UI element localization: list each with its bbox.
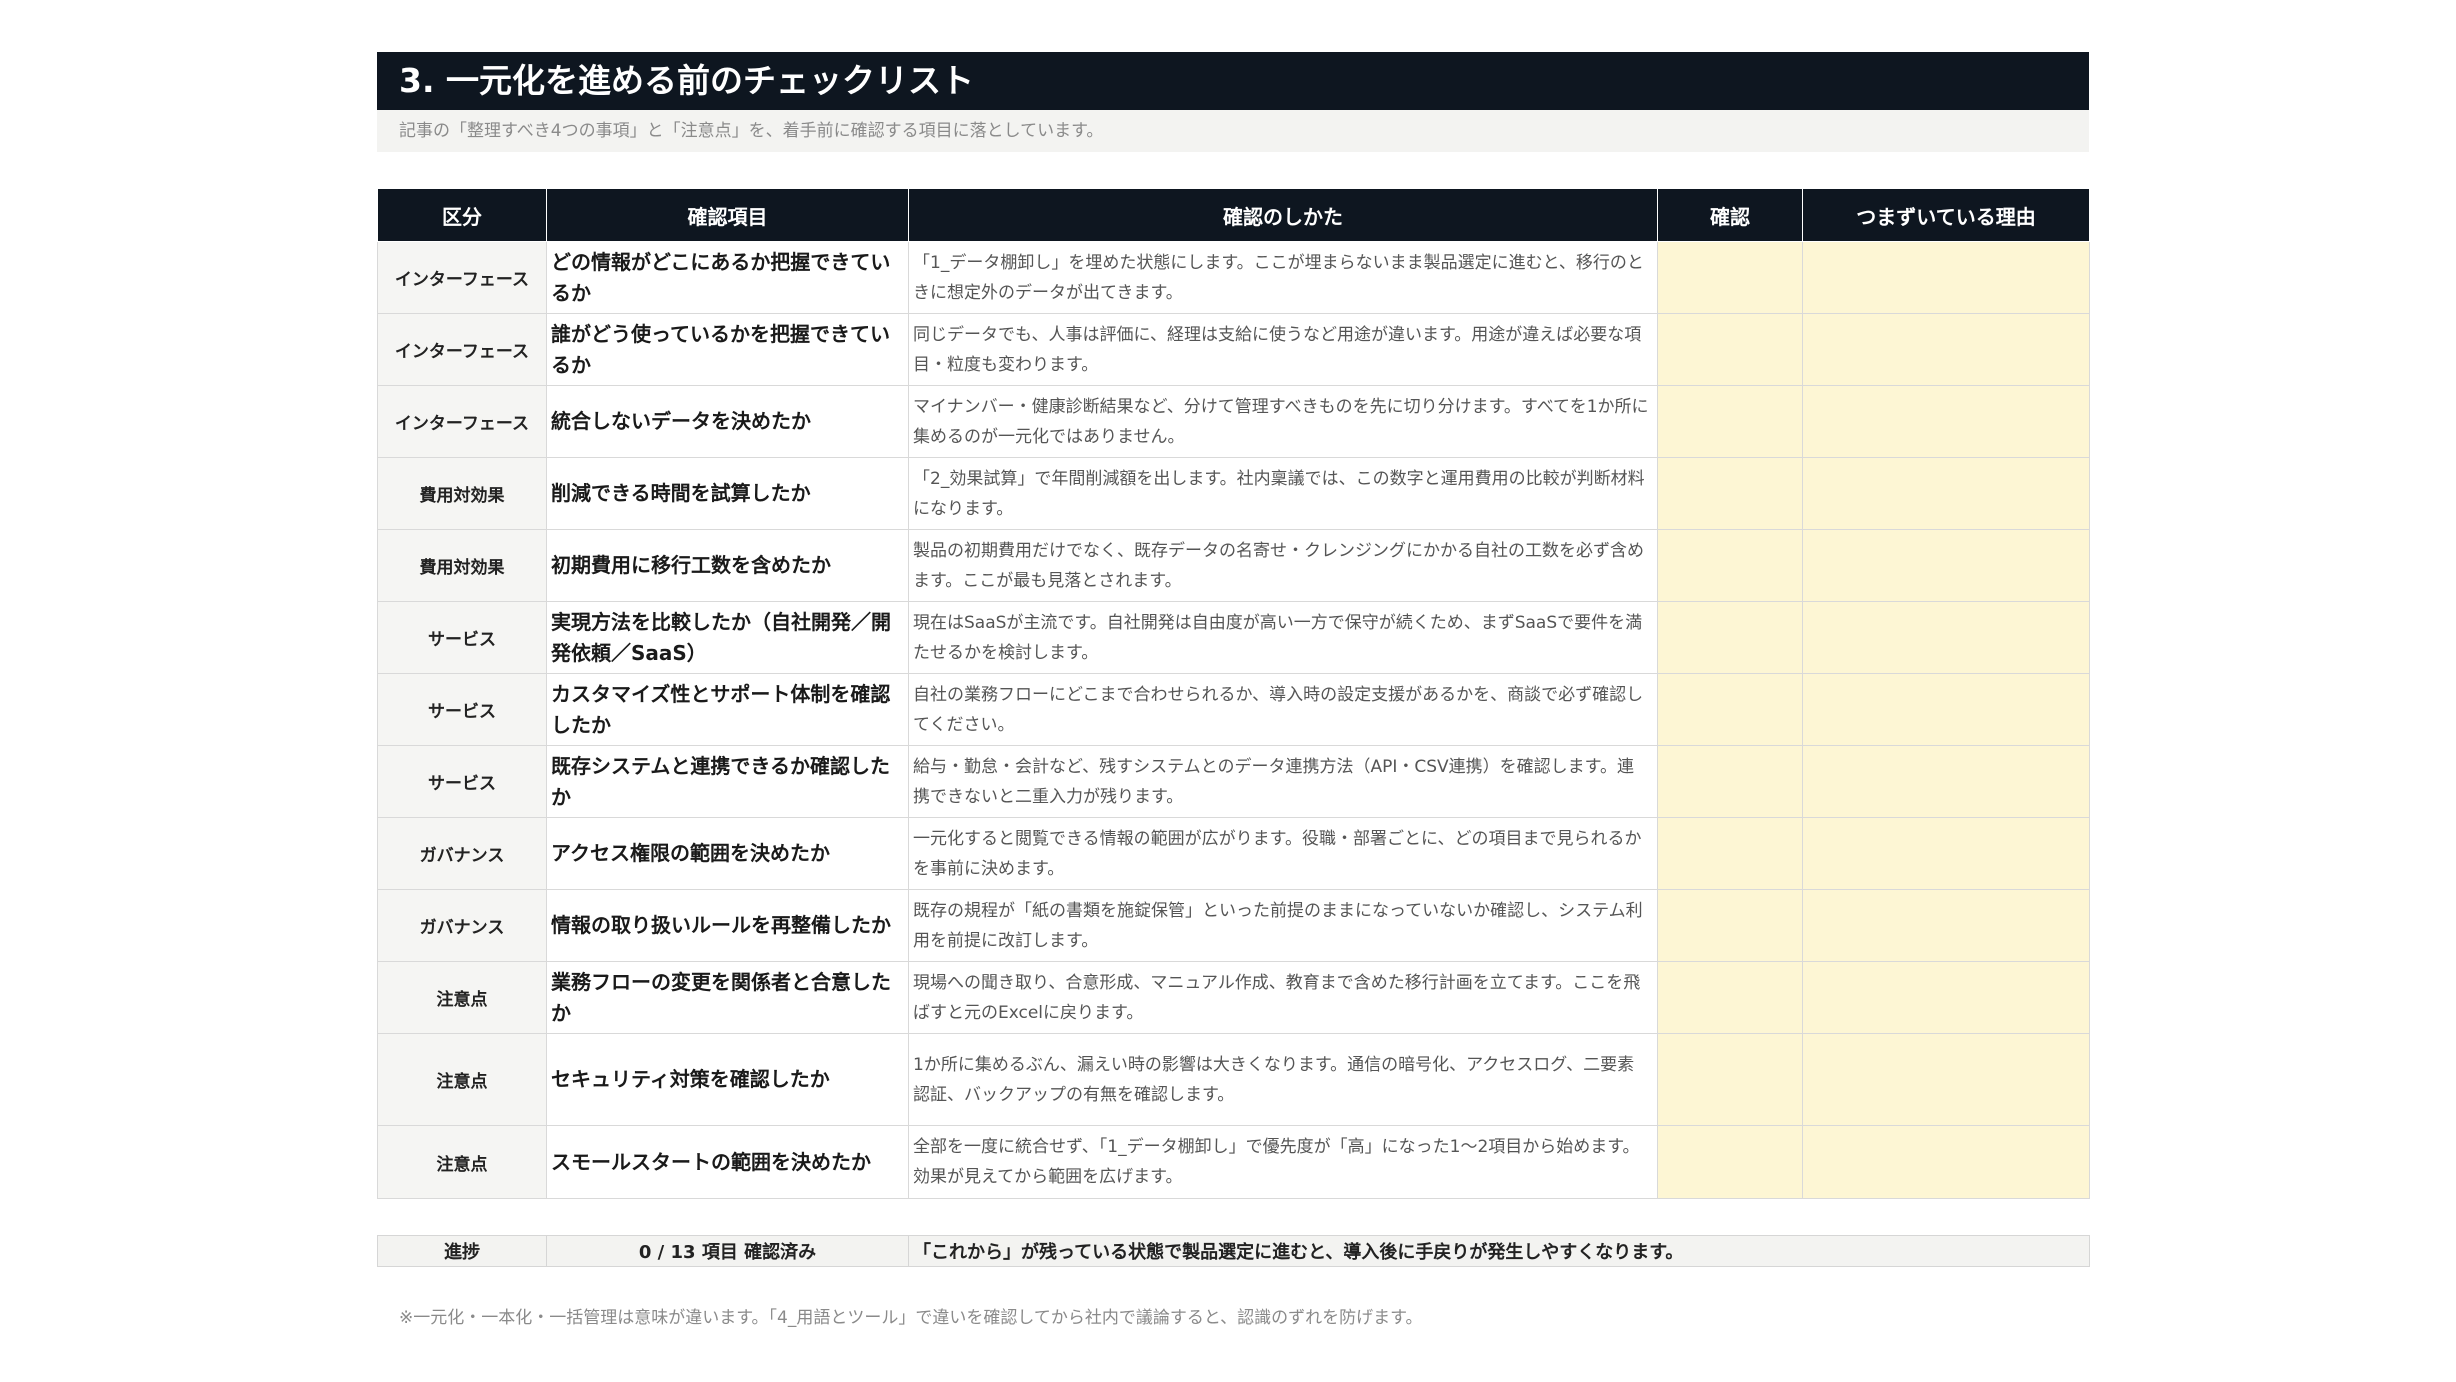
method-cell: 製品の初期費用だけでなく、既存データの名寄せ・クレンジングにかかる自社の工数を必… [908, 529, 1658, 602]
method-cell: 既存の規程が「紙の書類を施錠保管」といった前提のままになっていないか確認し、シス… [908, 889, 1658, 962]
check-input-cell[interactable] [1657, 961, 1803, 1034]
reason-input-cell[interactable] [1802, 961, 2090, 1034]
check-item-cell: セキュリティ対策を確認したか [546, 1033, 909, 1126]
category-cell: 費用対効果 [377, 529, 547, 602]
check-input-cell[interactable] [1657, 889, 1803, 962]
method-cell: 自社の業務フローにどこまで合わせられるか、導入時の設定支援があるかを、商談で必ず… [908, 673, 1658, 746]
table-row: 注意点 セキュリティ対策を確認したか 1か所に集めるぶん、漏えい時の影響は大きく… [377, 1033, 2090, 1126]
check-item-cell: スモールスタートの範囲を決めたか [546, 1125, 909, 1199]
method-cell: 「1_データ棚卸し」を埋めた状態にします。ここが埋まらないまま製品選定に進むと、… [908, 241, 1658, 314]
category-cell: サービス [377, 673, 547, 746]
progress-row: 進捗 0 / 13 項目 確認済み 「これから」が残っている状態で製品選定に進む… [377, 1235, 2090, 1267]
method-cell: 1か所に集めるぶん、漏えい時の影響は大きくなります。通信の暗号化、アクセスログ、… [908, 1033, 1658, 1126]
column-header-item: 確認項目 [546, 188, 909, 242]
table-row: サービス 既存システムと連携できるか確認したか 給与・勤怠・会計など、残すシステ… [377, 745, 2090, 818]
category-cell: サービス [377, 601, 547, 674]
method-cell: 一元化すると閲覧できる情報の範囲が広がります。役職・部署ごとに、どの項目まで見ら… [908, 817, 1658, 890]
category-cell: 注意点 [377, 961, 547, 1034]
check-input-cell[interactable] [1657, 1033, 1803, 1126]
table-row: 注意点 スモールスタートの範囲を決めたか 全部を一度に統合せず、「1_データ棚卸… [377, 1125, 2090, 1199]
reason-input-cell[interactable] [1802, 313, 2090, 386]
table-row: サービス カスタマイズ性とサポート体制を確認したか 自社の業務フローにどこまで合… [377, 673, 2090, 746]
progress-label: 進捗 [377, 1235, 547, 1267]
table-row: ガバナンス 情報の取り扱いルールを再整備したか 既存の規程が「紙の書類を施錠保管… [377, 889, 2090, 962]
method-cell: 現在はSaaSが主流です。自社開発は自由度が高い一方で保守が続くため、まずSaa… [908, 601, 1658, 674]
progress-summary: 進捗 0 / 13 項目 確認済み 「これから」が残っている状態で製品選定に進む… [377, 1235, 2090, 1267]
checklist-table: 区分 確認項目 確認のしかた 確認 つまずいている理由 インターフェース どの情… [377, 188, 2090, 1199]
reason-input-cell[interactable] [1802, 1125, 2090, 1199]
category-cell: インターフェース [377, 313, 547, 386]
check-item-cell: カスタマイズ性とサポート体制を確認したか [546, 673, 909, 746]
category-cell: サービス [377, 745, 547, 818]
category-cell: インターフェース [377, 241, 547, 314]
footnote: ※一元化・一本化・一括管理は意味が違います。「4_用語とツール」で違いを確認して… [399, 1308, 1423, 1328]
method-cell: マイナンバー・健康診断結果など、分けて管理すべきものを先に切り分けます。すべてを… [908, 385, 1658, 458]
check-item-cell: どの情報がどこにあるか把握できているか [546, 241, 909, 314]
table-row: インターフェース 統合しないデータを決めたか マイナンバー・健康診断結果など、分… [377, 385, 2090, 458]
column-header-method: 確認のしかた [908, 188, 1658, 242]
check-input-cell[interactable] [1657, 529, 1803, 602]
table-row: ガバナンス アクセス権限の範囲を決めたか 一元化すると閲覧できる情報の範囲が広が… [377, 817, 2090, 890]
table-header-row: 区分 確認項目 確認のしかた 確認 つまずいている理由 [377, 188, 2090, 242]
method-cell: 「2_効果試算」で年間削減額を出します。社内稟議では、この数字と運用費用の比較が… [908, 457, 1658, 530]
check-input-cell[interactable] [1657, 601, 1803, 674]
table-row: 費用対効果 削減できる時間を試算したか 「2_効果試算」で年間削減額を出します。… [377, 457, 2090, 530]
checklist-sheet: 3. 一元化を進める前のチェックリスト 記事の「整理すべき4つの事項」と「注意点… [377, 52, 2090, 1328]
table-row: サービス 実現方法を比較したか（自社開発／開発依頼／SaaS） 現在はSaaSが… [377, 601, 2090, 674]
check-item-cell: 削減できる時間を試算したか [546, 457, 909, 530]
table-row: インターフェース 誰がどう使っているかを把握できているか 同じデータでも、人事は… [377, 313, 2090, 386]
check-item-cell: 実現方法を比較したか（自社開発／開発依頼／SaaS） [546, 601, 909, 674]
section-title: 3. 一元化を進める前のチェックリスト [377, 52, 2089, 110]
check-item-cell: 情報の取り扱いルールを再整備したか [546, 889, 909, 962]
reason-input-cell[interactable] [1802, 817, 2090, 890]
check-item-cell: 既存システムと連携できるか確認したか [546, 745, 909, 818]
category-cell: 費用対効果 [377, 457, 547, 530]
progress-count: 0 / 13 項目 確認済み [546, 1235, 909, 1267]
reason-input-cell[interactable] [1802, 457, 2090, 530]
check-input-cell[interactable] [1657, 673, 1803, 746]
check-item-cell: 統合しないデータを決めたか [546, 385, 909, 458]
check-input-cell[interactable] [1657, 817, 1803, 890]
column-header-reason: つまずいている理由 [1802, 188, 2090, 242]
check-input-cell[interactable] [1657, 457, 1803, 530]
method-cell: 現場への聞き取り、合意形成、マニュアル作成、教育まで含めた移行計画を立てます。こ… [908, 961, 1658, 1034]
check-item-cell: 業務フローの変更を関係者と合意したか [546, 961, 909, 1034]
column-header-category: 区分 [377, 188, 547, 242]
reason-input-cell[interactable] [1802, 241, 2090, 314]
check-item-cell: アクセス権限の範囲を決めたか [546, 817, 909, 890]
check-item-cell: 初期費用に移行工数を含めたか [546, 529, 909, 602]
progress-note: 「これから」が残っている状態で製品選定に進むと、導入後に手戻りが発生しやすくなり… [908, 1235, 2090, 1267]
table-row: 注意点 業務フローの変更を関係者と合意したか 現場への聞き取り、合意形成、マニュ… [377, 961, 2090, 1034]
method-cell: 給与・勤怠・会計など、残すシステムとのデータ連携方法（API・CSV連携）を確認… [908, 745, 1658, 818]
check-input-cell[interactable] [1657, 241, 1803, 314]
category-cell: 注意点 [377, 1125, 547, 1199]
category-cell: ガバナンス [377, 817, 547, 890]
category-cell: 注意点 [377, 1033, 547, 1126]
table-row: インターフェース どの情報がどこにあるか把握できているか 「1_データ棚卸し」を… [377, 241, 2090, 314]
reason-input-cell[interactable] [1802, 889, 2090, 962]
check-input-cell[interactable] [1657, 1125, 1803, 1199]
reason-input-cell[interactable] [1802, 673, 2090, 746]
check-input-cell[interactable] [1657, 313, 1803, 386]
reason-input-cell[interactable] [1802, 529, 2090, 602]
reason-input-cell[interactable] [1802, 1033, 2090, 1126]
category-cell: ガバナンス [377, 889, 547, 962]
check-input-cell[interactable] [1657, 745, 1803, 818]
section-subtitle: 記事の「整理すべき4つの事項」と「注意点」を、着手前に確認する項目に落としていま… [377, 110, 2089, 152]
check-item-cell: 誰がどう使っているかを把握できているか [546, 313, 909, 386]
reason-input-cell[interactable] [1802, 601, 2090, 674]
method-cell: 同じデータでも、人事は評価に、経理は支給に使うなど用途が違います。用途が違えば必… [908, 313, 1658, 386]
category-cell: インターフェース [377, 385, 547, 458]
reason-input-cell[interactable] [1802, 385, 2090, 458]
reason-input-cell[interactable] [1802, 745, 2090, 818]
column-header-check: 確認 [1657, 188, 1803, 242]
table-row: 費用対効果 初期費用に移行工数を含めたか 製品の初期費用だけでなく、既存データの… [377, 529, 2090, 602]
method-cell: 全部を一度に統合せず、「1_データ棚卸し」で優先度が「高」になった1〜2項目から… [908, 1125, 1658, 1199]
check-input-cell[interactable] [1657, 385, 1803, 458]
